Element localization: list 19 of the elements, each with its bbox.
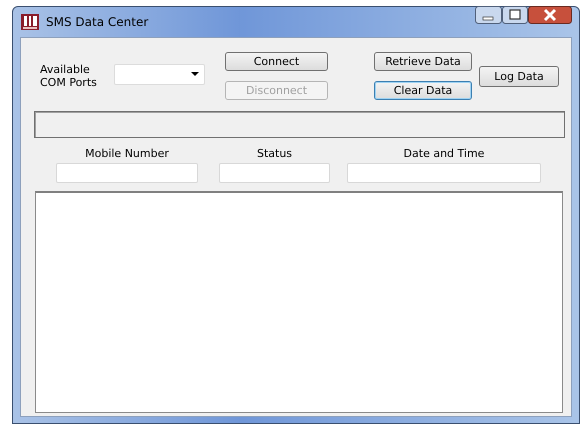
input-field[interactable] (219, 163, 330, 183)
field-label: Mobile Number (85, 147, 169, 160)
com-ports-label: Available COM Ports (40, 63, 98, 89)
input-field[interactable] (56, 163, 198, 183)
window-title: SMS Data Center (46, 15, 148, 29)
action-button[interactable]: Connect (225, 52, 328, 71)
dropdown-caret-icon (191, 72, 199, 76)
minimize-icon[interactable] (475, 6, 502, 24)
action-button[interactable]: Retrieve Data (374, 52, 472, 71)
app-logo-icon (21, 14, 39, 30)
message-text-area[interactable] (35, 191, 563, 413)
maximize-icon[interactable] (502, 6, 528, 24)
close-icon[interactable] (528, 6, 572, 24)
field-label: Status (256, 147, 292, 160)
com-port-dropdown[interactable] (114, 64, 205, 84)
field-label: Date and Time (404, 147, 484, 160)
action-button[interactable]: Clear Data (374, 81, 472, 100)
input-field[interactable] (347, 163, 541, 183)
log-data-button[interactable]: Log Data (479, 66, 559, 86)
